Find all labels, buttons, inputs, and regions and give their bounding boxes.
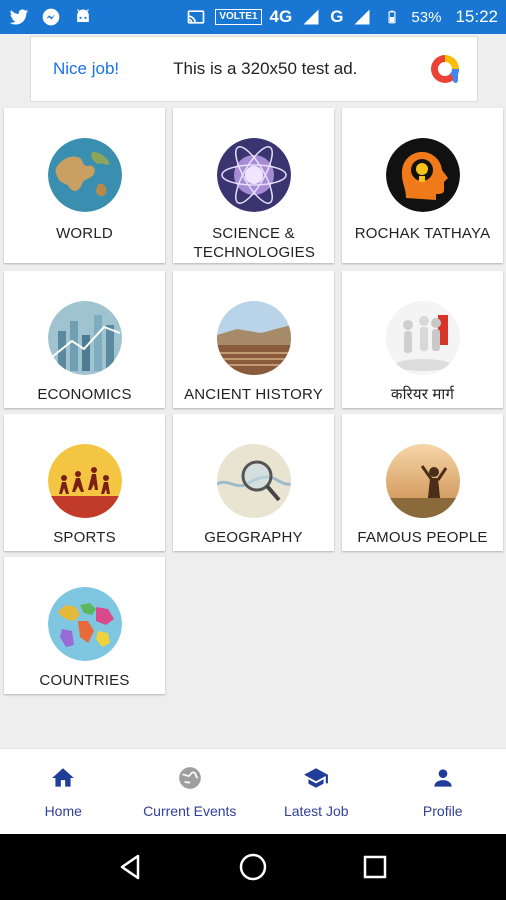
- career-path-image: [386, 301, 460, 375]
- nav-label: Current Events: [143, 803, 237, 819]
- world-globe-image: [48, 138, 122, 212]
- economics-image: [48, 301, 122, 375]
- category-card-ancient-history[interactable]: ANCIENT HISTORY: [173, 271, 334, 408]
- countries-map-image: [48, 587, 122, 661]
- category-card-countries[interactable]: COUNTRIES: [4, 557, 165, 694]
- category-card-geography[interactable]: GEOGRAPHY: [173, 414, 334, 551]
- twitter-icon: [8, 7, 30, 27]
- category-label: GEOGRAPHY: [204, 529, 303, 546]
- battery-icon: [381, 7, 403, 27]
- signal-icon: [300, 7, 322, 27]
- category-card-world[interactable]: WORLD: [4, 108, 165, 263]
- bottom-navigation: Home Current Events Latest Job Profile: [0, 748, 506, 834]
- recents-icon[interactable]: [360, 852, 390, 882]
- category-label: FAMOUS PEOPLE: [357, 529, 488, 546]
- system-navigation-bar: [0, 834, 506, 900]
- signal-2-icon: [351, 7, 373, 27]
- category-label: करियर मार्ग: [390, 386, 455, 403]
- status-bar: VOLTE1 4G G 53% 15:22: [0, 0, 506, 34]
- category-card-rochak-tathaya[interactable]: ROCHAK TATHAYA: [342, 108, 503, 263]
- back-icon[interactable]: [116, 852, 146, 882]
- nav-home[interactable]: Home: [0, 749, 127, 834]
- science-technology-image: [217, 138, 291, 212]
- ad-nice-job: Nice job!: [53, 59, 120, 78]
- geography-image: [217, 444, 291, 518]
- nav-latest-job[interactable]: Latest Job: [253, 749, 380, 834]
- idea-head-image: [386, 138, 460, 212]
- messenger-icon: [40, 7, 62, 27]
- person-icon: [434, 769, 452, 787]
- nav-label: Profile: [422, 803, 463, 819]
- globe-icon: [178, 767, 201, 789]
- cast-icon: [185, 7, 207, 27]
- category-label: ROCHAK TATHAYA: [354, 225, 491, 242]
- home-icon: [52, 768, 75, 787]
- ancient-history-image: [217, 301, 291, 375]
- category-label: COUNTRIES: [39, 672, 130, 689]
- nav-label: Latest Job: [283, 803, 349, 819]
- category-card-famous-people[interactable]: FAMOUS PEOPLE: [342, 414, 503, 551]
- test-ad-banner[interactable]: Nice job! This is a 320x50 test ad.: [30, 36, 478, 102]
- ad-logo-icon: [431, 55, 460, 83]
- graduation-cap-icon: [304, 768, 329, 788]
- famous-people-image: [386, 444, 460, 518]
- category-label: WORLD: [56, 225, 113, 242]
- home-circle-icon[interactable]: [238, 852, 268, 882]
- category-label: ECONOMICS: [37, 386, 132, 403]
- category-card-sports[interactable]: SPORTS: [4, 414, 165, 551]
- nav-profile[interactable]: Profile: [380, 749, 506, 834]
- category-label: SPORTS: [53, 529, 116, 546]
- clock: 15:22: [455, 7, 498, 26]
- category-card-science[interactable]: SCIENCE & TECHNOLOGIES: [173, 108, 334, 263]
- category-card-economics[interactable]: ECONOMICS: [4, 271, 165, 408]
- category-label: ANCIENT HISTORY: [184, 386, 323, 403]
- nav-current-events[interactable]: Current Events: [127, 749, 254, 834]
- category-label: SCIENCE & TECHNOLOGIES: [193, 225, 316, 261]
- ad-text: This is a 320x50 test ad.: [173, 59, 358, 78]
- android-icon: [72, 7, 94, 27]
- battery-percent: 53%: [411, 8, 442, 26]
- category-card-career[interactable]: करियर मार्ग: [342, 271, 503, 408]
- sports-image: [48, 444, 122, 518]
- volte-badge: VOLTE1: [215, 9, 262, 25]
- nav-label: Home: [44, 803, 82, 819]
- network-g: G: [330, 7, 344, 26]
- network-4g: 4G: [269, 7, 293, 26]
